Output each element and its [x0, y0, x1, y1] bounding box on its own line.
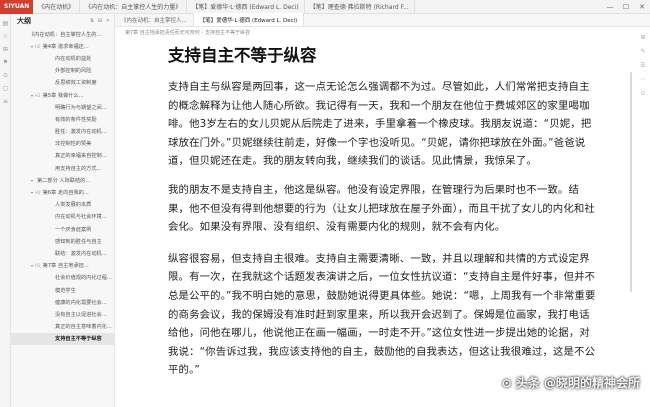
right-dock: ⊞ ✎ ☰ ⋯ ⊙	[636, 27, 650, 407]
outline-item[interactable]: 胜任：激发内在动机...	[11, 126, 114, 138]
outline-item-label: 联结：激发内在动机...	[55, 250, 107, 257]
heading-level-badge: H2	[35, 92, 41, 98]
maximize-icon[interactable]: ☐	[618, 3, 634, 11]
layout-icon[interactable]: ⊞	[640, 34, 645, 41]
bookmark-icon[interactable]: ☆	[0, 33, 11, 40]
outline-tools[interactable]: ⇅ ⊟ ✕	[90, 18, 114, 24]
paragraph[interactable]: 纵容很容易，但支持自主很难。支持自主需要清晰、一致，并且以理解和共情的方式设定界…	[168, 250, 598, 380]
outline-item-label: 支持自主不等于纵容	[55, 336, 102, 343]
outline-item[interactable]: 真正的幸福来自控制...	[11, 150, 114, 162]
window-tab[interactable]: 【笔】理查德·弗拉斯特 (Richard F...	[305, 0, 415, 14]
outline-item[interactable]: 《内在动机：自主掌控人生的...	[11, 28, 114, 40]
outline-item[interactable]: 社会价值观的内化过程...	[11, 272, 114, 284]
outline-item-label: 真正的幸福来自控制...	[55, 153, 107, 160]
outline-item[interactable]: 感知到的胜任与自主	[11, 235, 114, 247]
more-icon[interactable]: ⋯	[640, 76, 646, 83]
outline-item[interactable]: 一个厌食症案例	[11, 223, 114, 235]
outline-item-label: 感知到的胜任与自主	[55, 238, 102, 245]
outline-item-label: 社会价值观的内化过程...	[55, 275, 112, 282]
outline-item-label: 用支持自主的方式...	[55, 165, 102, 172]
outline-item-label: 真正的自主意味着内化...	[55, 324, 112, 331]
minimize-icon[interactable]: —	[602, 3, 618, 11]
outline-item-label: 第7章 自主地承担...	[42, 263, 89, 270]
outline-item-label: 第二部分 人际联结的...	[37, 177, 91, 184]
outline-item-label: 有效的条件性奖励	[55, 116, 97, 123]
editor-area: 《内在动机：自主掌控人... 【笔】爱德华·L·德西 (Edward L. De…	[115, 13, 650, 407]
window-controls: — ☐ ✕	[602, 3, 650, 11]
window-tab[interactable]: 【笔】爱德华·L·德西 (Edward L. Deci)	[187, 0, 305, 14]
outline-item-label: 人类发展的本质	[55, 202, 92, 209]
editor-tab-active[interactable]: 【笔】爱德华·L·德西 (Edward L. Deci)	[193, 13, 305, 26]
document-title[interactable]: 支持自主不等于纵容	[168, 43, 598, 69]
heading-level-badge: H2	[35, 263, 41, 269]
window-tab[interactable]: 《内在动机：自主掌控人生的力量》	[80, 0, 188, 14]
heading-level-badge: H2	[35, 190, 41, 196]
outline-item-label: 模范学生	[55, 287, 76, 294]
outline-item-label: 胜任：激发内在动机...	[55, 129, 107, 136]
outline-item-label: 第6章 走向自我的...	[42, 190, 89, 197]
outline-item[interactable]: 没有自主以促进社会...	[11, 308, 114, 320]
outline-item[interactable]: 反思绩效工资制度	[11, 77, 114, 89]
outline-item-label: 一个厌食症案例	[55, 226, 92, 233]
outline-item[interactable]: 用支持自主的方式...	[11, 162, 114, 174]
outline-item-label: 明确行为与期望之间...	[55, 104, 107, 111]
menu-icon[interactable]: ≡	[0, 98, 11, 105]
outline-list: 《内在动机：自主掌控人生的... ▾ H2 第4章 追求幸福还... 内在动机的益处 外部…	[11, 28, 114, 345]
outline-item-label: 没有自主以促进社会...	[55, 311, 107, 318]
outline-item[interactable]: 支持自主不等于纵容	[11, 332, 114, 345]
title-bar: SIYUAN 《内在动机》 《内在动机：自主掌控人生的力量》 【笔】爱德华·L·…	[0, 0, 650, 14]
outline-item[interactable]: ▾ H2 第7章 自主地承担...	[11, 260, 114, 272]
outline-item-label: 外部控制的风险	[55, 68, 92, 75]
breadcrumb[interactable]: 第7章 自主地承担责任而无可奈何 › 支持自主不等于纵容	[115, 27, 650, 38]
chevron-down-icon[interactable]: ▾	[29, 178, 35, 183]
outline-item[interactable]: 联结：激发内在动机...	[11, 247, 114, 259]
backlink-icon[interactable]: ▢	[0, 85, 11, 92]
outline-title: 大纲	[17, 17, 31, 25]
paragraph[interactable]: 我的朋友不是支持自主，他这是纵容。他没有设定界限，在管理行为后果时也不一致。结果…	[168, 181, 598, 237]
outline-item[interactable]: 非控制性的赞美	[11, 138, 114, 150]
outline-item[interactable]: ▾ H2 第4章 追求幸福还...	[11, 40, 114, 52]
paragraph[interactable]: 支持自主与纵容是两回事，这一点无论怎么强调都不为过。尽管如此，人们常常把支持自主…	[168, 78, 598, 171]
outline-item-label: 健康的内化需要社会...	[55, 299, 107, 306]
outline-item-label: 非控制性的赞美	[55, 141, 92, 148]
outline-item[interactable]: ▾ H2 第5章 我做什么...	[11, 89, 114, 101]
window-tab[interactable]: 《内在动机》	[33, 0, 81, 14]
outline-item[interactable]: ▾ H2 第6章 走向自我的...	[11, 186, 114, 198]
document-content: 支持自主不等于纵容 支持自主与纵容是两回事，这一点无论怎么强调都不为过。尽管如此…	[168, 43, 598, 390]
outline-item[interactable]: 健康的内化需要社会...	[11, 296, 114, 308]
outline-icon[interactable]: ⊞	[0, 46, 11, 53]
outline-item[interactable]: 模范学生	[11, 284, 114, 296]
outline-item[interactable]: 明确行为与期望之间...	[11, 101, 114, 113]
outline-item[interactable]: 人类发展的本质	[11, 199, 114, 211]
outline-item[interactable]: ▾ 第二部分 人际联结的...	[11, 174, 114, 186]
settings-icon[interactable]: ⊙	[640, 90, 645, 97]
graph-icon[interactable]: ⊙	[0, 72, 11, 79]
tag-icon[interactable]: ⚑	[0, 59, 11, 66]
outline-item[interactable]: 外部控制的风险	[11, 65, 114, 77]
outline-item[interactable]: 有效的条件性奖励	[11, 113, 114, 125]
scrollbar[interactable]	[630, 72, 632, 292]
editor-tab-bar: 《内在动机：自主掌控人... 【笔】爱德华·L·德西 (Edward L. De…	[115, 13, 650, 27]
outline-item-label: 反思绩效工资制度	[55, 80, 97, 87]
list-icon[interactable]: ☰	[640, 62, 645, 69]
outline-header: 大纲 ⇅ ⊟ ✕	[11, 14, 114, 28]
close-icon[interactable]: ✕	[634, 3, 650, 11]
outline-item[interactable]: 真正的自主意味着内化...	[11, 321, 114, 333]
outline-item-label: 内在动机与社会环境...	[55, 214, 107, 221]
file-tree-icon[interactable]: ▤	[0, 20, 11, 27]
app-logo[interactable]: SIYUAN	[0, 0, 34, 14]
outline-item-label: 内在动机的益处	[55, 55, 92, 62]
heading-level-badge: H2	[35, 43, 41, 49]
watermark: ⊙ 头条 @晓明的精神会所	[501, 376, 640, 390]
outline-item[interactable]: 内在动机的益处	[11, 52, 114, 64]
edit-icon[interactable]: ✎	[640, 48, 645, 55]
outline-item-label: 第5章 我做什么...	[42, 92, 84, 99]
outline-item[interactable]: 内在动机与社会环境...	[11, 211, 114, 223]
outline-panel: 大纲 ⇅ ⊟ ✕ 《内在动机：自主掌控人生的... ▾ H2 第4章 追求幸福还...…	[11, 14, 115, 407]
outline-item-label: 《内在动机：自主掌控人生的...	[29, 31, 102, 38]
editor-tab[interactable]: 《内在动机：自主掌控人...	[115, 13, 194, 26]
outline-item-label: 第4章 追求幸福还...	[42, 43, 89, 50]
left-dock: ▤ ☆ ⊞ ⚑ ⊙ ▢ ≡	[0, 14, 11, 407]
